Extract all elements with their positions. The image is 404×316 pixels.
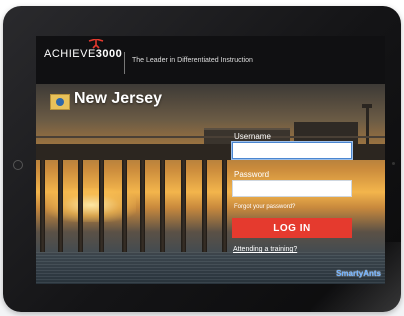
logo-number: 3000 (95, 48, 123, 60)
username-field[interactable] (232, 142, 352, 159)
new-jersey-flag-icon (50, 94, 70, 110)
pier-piling (58, 160, 63, 252)
attending-training-link[interactable]: Attending a training? (233, 246, 297, 253)
achieve3000-logo[interactable]: ACHIEVE3000 (44, 48, 122, 60)
state-seal-icon (56, 98, 64, 106)
pier-piling (181, 160, 186, 252)
pier-piling (40, 160, 45, 252)
pier-piling (99, 160, 104, 252)
username-label: Username (234, 132, 271, 141)
login-form: Username Password Forgot your password? … (224, 122, 354, 274)
pier-lamp-head (362, 104, 372, 108)
tablet-screen: ACHIEVE3000 The Leader in Differentiated… (36, 36, 385, 284)
forgot-password-link[interactable]: Forgot your password? (234, 204, 295, 210)
logo-text: ACHIEVE (44, 48, 96, 60)
app-header: ACHIEVE3000 The Leader in Differentiated… (36, 36, 385, 84)
header-tagline: The Leader in Differentiated Instruction (132, 57, 253, 64)
home-button[interactable] (13, 160, 23, 170)
smartyants-logo-icon[interactable]: SmartyAnts (336, 269, 381, 278)
camera-icon (392, 162, 395, 165)
pier-lamp-post (366, 106, 369, 146)
pier-piling (78, 160, 83, 252)
log-in-button[interactable]: LOG IN (232, 218, 352, 238)
pier-piling (122, 160, 127, 252)
password-label: Password (234, 170, 270, 179)
pier-piling (202, 160, 207, 252)
password-field[interactable] (232, 180, 352, 197)
state-name: New Jersey (74, 90, 163, 107)
pier-piling (140, 160, 145, 252)
header-divider (124, 52, 125, 74)
pier-piling (160, 160, 165, 252)
